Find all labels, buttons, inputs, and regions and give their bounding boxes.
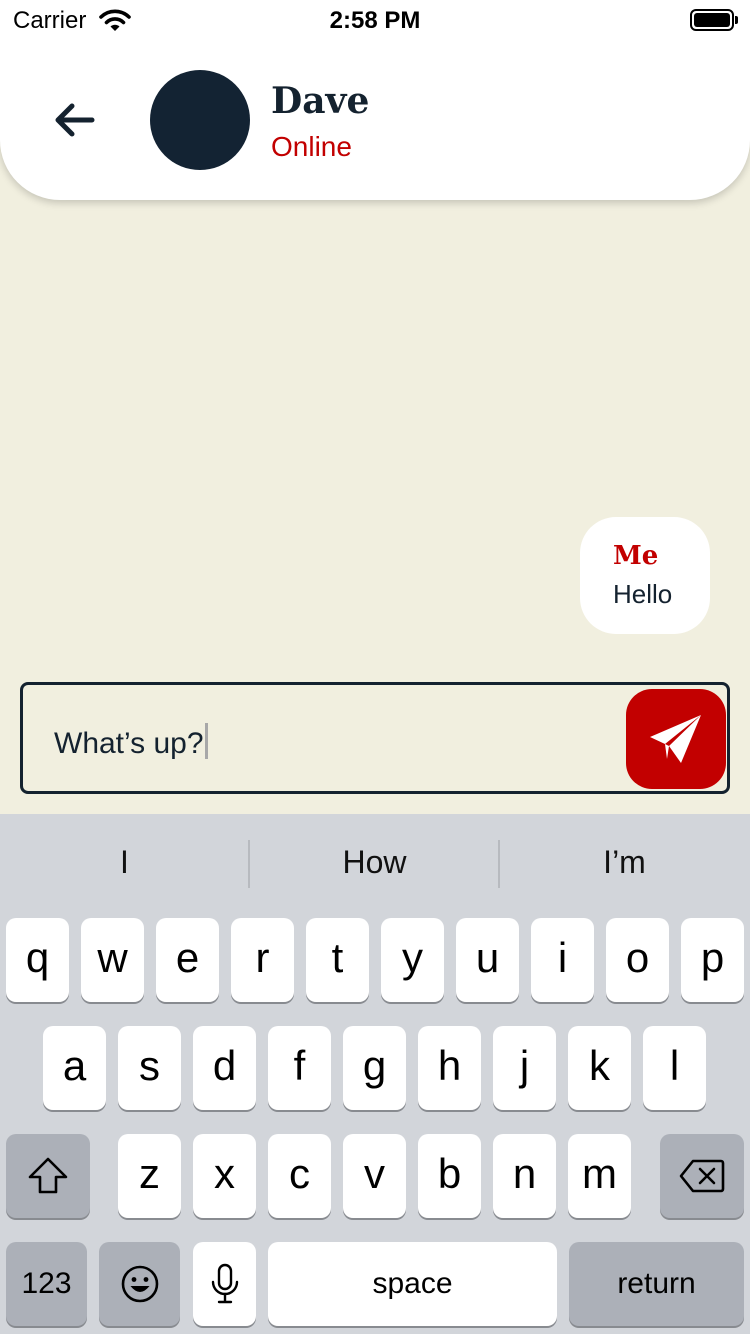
key-label: j [519,1042,530,1089]
key-label: n [512,1150,537,1197]
shift-key[interactable] [6,1134,90,1218]
message-text: Hello [613,579,673,609]
status-bar: Carrier 2:58 PM [0,0,750,40]
key-label: m [582,1150,617,1197]
numbers-key-label: 123 [21,1267,72,1300]
key-m[interactable]: m [568,1134,631,1218]
key-label: g [362,1042,387,1089]
back-button[interactable] [50,96,100,146]
key-v[interactable]: v [343,1134,406,1218]
emoji-key[interactable] [99,1242,180,1326]
key-h[interactable]: h [418,1026,481,1110]
delete-key[interactable] [660,1134,744,1218]
key-x[interactable]: x [193,1134,256,1218]
message-input-text: What’s up? [54,723,208,761]
key-label: c [289,1150,310,1197]
text-caret [204,723,208,759]
contact-name: Dave [271,80,370,122]
key-f[interactable]: f [268,1026,331,1110]
key-w[interactable]: w [81,918,144,1002]
key-label: o [625,934,650,981]
arrow-left-icon [55,103,95,137]
key-label: z [139,1150,160,1197]
backspace-icon [679,1159,725,1193]
space-key[interactable]: space [268,1242,557,1326]
avatar [150,70,250,170]
suggestion-1[interactable]: I [0,844,249,888]
key-n[interactable]: n [493,1134,556,1218]
key-b[interactable]: b [418,1134,481,1218]
key-label: t [331,934,344,981]
key-j[interactable]: j [493,1026,556,1110]
status-time: 2:58 PM [329,7,421,34]
numbers-key[interactable]: 123 [6,1242,87,1326]
battery-icon [690,9,738,31]
key-label: b [437,1150,462,1197]
key-i[interactable]: i [531,918,594,1002]
return-key[interactable]: return [569,1242,744,1326]
shift-icon [28,1157,68,1194]
key-label: r [255,934,270,981]
key-label: y [402,934,423,981]
key-label: v [364,1150,385,1197]
key-r[interactable]: r [231,918,294,1002]
space-key-label: space [372,1267,453,1300]
key-u[interactable]: u [456,918,519,1002]
message-input[interactable]: What’s up? [20,682,730,794]
key-label: i [557,934,568,981]
key-label: d [212,1042,237,1089]
send-button[interactable] [626,689,726,789]
key-g[interactable]: g [343,1026,406,1110]
key-e[interactable]: e [156,918,219,1002]
key-a[interactable]: a [43,1026,106,1110]
key-o[interactable]: o [606,918,669,1002]
suggestion-2[interactable]: How [250,844,499,888]
key-t[interactable]: t [306,918,369,1002]
key-p[interactable]: p [681,918,744,1002]
key-label: q [25,934,50,981]
key-l[interactable]: l [643,1026,706,1110]
key-label: s [139,1042,160,1089]
key-s[interactable]: s [118,1026,181,1110]
contact-status: Online [271,131,352,162]
key-label: k [589,1042,610,1089]
key-label: p [700,934,725,981]
key-q[interactable]: q [6,918,69,1002]
dictation-key[interactable] [193,1242,256,1326]
key-z[interactable]: z [118,1134,181,1218]
return-key-label: return [617,1267,696,1300]
key-label: x [214,1150,235,1197]
key-label: a [62,1042,87,1089]
message-bubble: Me Hello [580,517,710,634]
suggestion-3[interactable]: I’m [500,844,749,888]
keyboard: I How I’m q w e r t y u i o p a s d f g … [0,814,750,1334]
key-label: w [97,934,128,981]
key-label: f [293,1042,306,1089]
paper-plane-icon [650,715,701,763]
key-label: e [175,934,200,981]
message-sender: Me [613,541,659,571]
key-label: h [437,1042,462,1089]
key-label: l [669,1042,680,1089]
key-y[interactable]: y [381,918,444,1002]
microphone-icon [211,1263,238,1304]
key-label: u [475,934,500,981]
key-k[interactable]: k [568,1026,631,1110]
key-d[interactable]: d [193,1026,256,1110]
message-input-value: What’s up? [54,727,204,760]
key-c[interactable]: c [268,1134,331,1218]
emoji-icon [121,1265,158,1303]
